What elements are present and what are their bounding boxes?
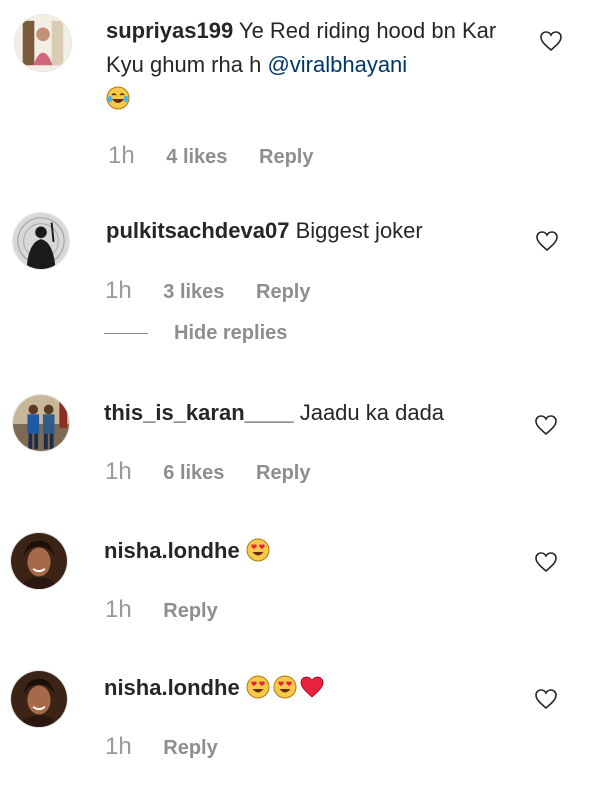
laughing-tears-emoji [106, 86, 130, 110]
like-heart-icon[interactable] [534, 551, 558, 573]
comment-meta: 1h Reply [105, 733, 218, 761]
heart-eyes-emoji [246, 675, 270, 699]
hide-replies-toggle[interactable]: Hide replies [104, 322, 287, 348]
comment-time: 1h [105, 596, 132, 623]
comment-username[interactable]: nisha.londhe [104, 675, 240, 700]
comment-username[interactable]: this_is_karan____ [104, 400, 294, 425]
red-heart-emoji [300, 675, 324, 699]
reply-button[interactable]: Reply [163, 600, 217, 622]
comment-text: pulkitsachdeva07 Biggest joker [106, 214, 516, 248]
comment-username[interactable]: pulkitsachdeva07 [106, 218, 289, 243]
comment-time: 1h [108, 142, 135, 169]
comment-meta: 1h 3 likes Reply [105, 277, 310, 305]
comment-likes[interactable]: 3 likes [163, 281, 224, 303]
comment-text: nisha.londhe [104, 671, 514, 705]
avatar[interactable] [10, 670, 68, 728]
comment-text: this_is_karan____ Jaadu ka dada [104, 396, 514, 430]
mention-link[interactable]: @viralbhayani [267, 52, 407, 77]
comment-time: 1h [105, 277, 132, 304]
comment-time: 1h [105, 458, 132, 485]
like-heart-icon[interactable] [534, 414, 558, 436]
comment-time: 1h [105, 733, 132, 760]
comment-likes[interactable]: 6 likes [163, 462, 224, 484]
comment-meta: 1h 6 likes Reply [105, 458, 310, 486]
comment-text: nisha.londhe [104, 534, 514, 568]
like-heart-icon[interactable] [534, 688, 558, 710]
reply-button[interactable]: Reply [163, 737, 217, 759]
comment-username[interactable]: nisha.londhe [104, 538, 240, 563]
avatar[interactable] [14, 14, 72, 72]
avatar[interactable] [10, 532, 68, 590]
like-heart-icon[interactable] [539, 30, 563, 52]
heart-eyes-emoji [273, 675, 297, 699]
comment-text: supriyas199 Ye Red riding hood bn Kar Ky… [106, 14, 516, 116]
comment-body: Biggest joker [295, 218, 423, 243]
comment-username[interactable]: supriyas199 [106, 18, 233, 43]
divider-line [104, 333, 148, 334]
comment-body: Jaadu ka dada [299, 400, 445, 425]
reply-button[interactable]: Reply [256, 462, 310, 484]
avatar[interactable] [12, 394, 70, 452]
avatar[interactable] [12, 212, 70, 270]
comment-meta: 1h Reply [105, 596, 218, 624]
comment-meta: 1h 4 likes Reply [108, 142, 313, 170]
heart-eyes-emoji [246, 538, 270, 562]
comment-likes[interactable]: 4 likes [166, 146, 227, 168]
reply-button[interactable]: Reply [259, 146, 313, 168]
reply-button[interactable]: Reply [256, 281, 310, 303]
hide-replies-label[interactable]: Hide replies [174, 322, 287, 344]
like-heart-icon[interactable] [535, 230, 559, 252]
